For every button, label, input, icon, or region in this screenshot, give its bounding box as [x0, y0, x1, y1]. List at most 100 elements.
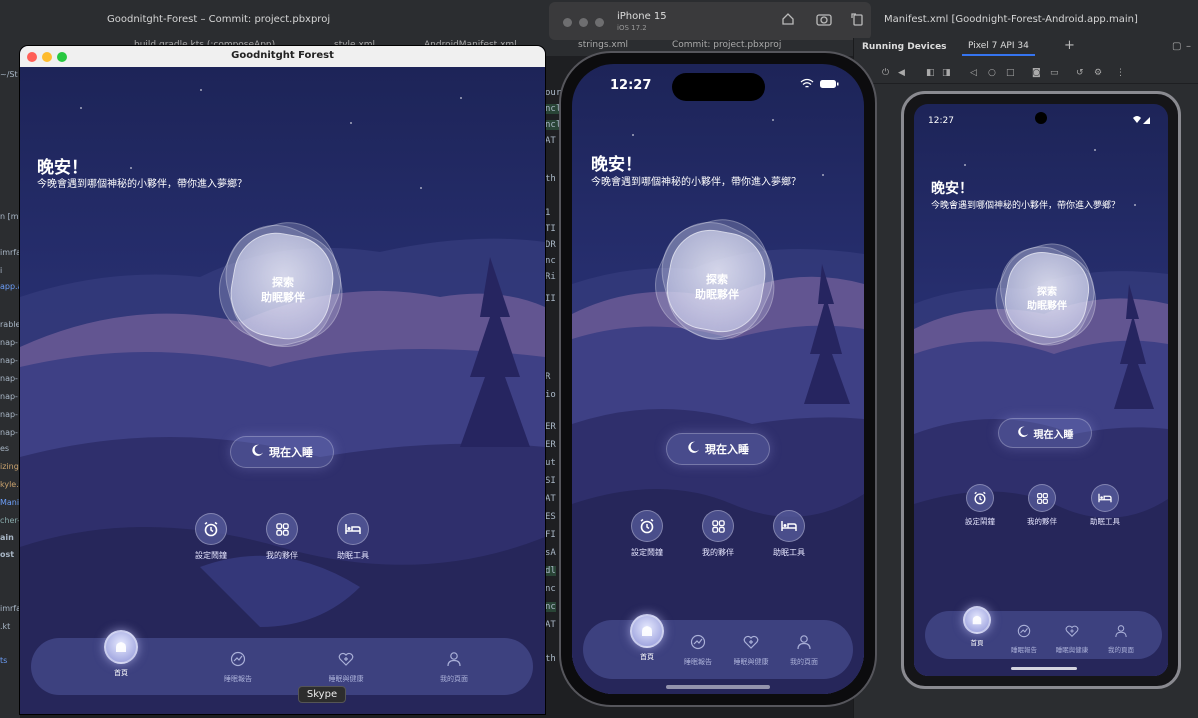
code-line: Ri	[545, 272, 556, 282]
tree-item[interactable]: imrfa	[0, 248, 21, 257]
chart-icon	[690, 634, 706, 654]
person-icon	[797, 634, 811, 654]
explore-companion-button[interactable]: 探索 助眠夥伴	[202, 208, 358, 364]
editor-tab[interactable]: strings.xml	[578, 40, 628, 50]
landscape-illustration	[20, 238, 545, 714]
heart-plus-icon	[338, 651, 354, 671]
sleep-now-button[interactable]: 現在入睡	[230, 436, 334, 468]
camera-icon[interactable]: ◙	[1032, 68, 1041, 78]
code-line: SI	[545, 476, 556, 486]
tree-item[interactable]: ain	[0, 533, 14, 542]
quick-action-companions[interactable]: 我的夥伴	[1020, 484, 1064, 527]
tree-item[interactable]: imrfa	[0, 604, 21, 613]
tree-item[interactable]: es	[0, 444, 9, 453]
tree-item[interactable]: nap-	[0, 374, 18, 383]
alarm-clock-icon	[195, 513, 227, 545]
sleep-now-label: 現在入睡	[1033, 429, 1074, 441]
tree-item[interactable]: nap-	[0, 410, 18, 419]
tab-label: 睡眠與健康	[733, 658, 769, 666]
moon-icon	[1017, 426, 1029, 441]
tab-my-page[interactable]: 我的頁面	[427, 651, 481, 684]
rotate-icon[interactable]	[847, 12, 867, 30]
code-line: ER	[545, 440, 556, 450]
sleep-now-label: 現在入睡	[269, 446, 313, 459]
grid-icon	[702, 510, 734, 542]
window-close-button[interactable]	[563, 18, 572, 27]
editor-tab[interactable]: Commit: project.pbxproj	[672, 40, 781, 50]
rotate-left-icon[interactable]: ◧	[926, 68, 935, 78]
tree-item[interactable]: nap-	[0, 392, 18, 401]
quick-action-label: 助眠工具	[773, 548, 805, 557]
home-circle-icon[interactable]: ○	[988, 68, 996, 78]
tree-item[interactable]: ts	[0, 656, 7, 665]
gesture-nav-bar[interactable]	[1011, 667, 1077, 670]
code-line: io	[545, 390, 556, 400]
tab-sleep-report[interactable]: 睡眠報告	[675, 634, 721, 667]
tree-item[interactable]: rable	[0, 320, 20, 329]
tab-home[interactable]: 首頁	[99, 630, 143, 678]
sleep-now-button[interactable]: 現在入睡	[998, 418, 1092, 448]
mac-window-title: Goodnitght Forest	[231, 50, 334, 61]
tab-my-page[interactable]: 我的頁面	[781, 634, 827, 667]
explore-companion-button[interactable]: 探索 助眠夥伴	[639, 206, 789, 356]
dock-tooltip: Skype	[298, 686, 346, 703]
more-icon[interactable]: ⋮	[1116, 68, 1125, 78]
wifi-signal-icons	[1132, 115, 1152, 128]
rotate-right-icon[interactable]: ◨	[942, 68, 951, 78]
tab-home[interactable]: 首頁	[957, 606, 997, 647]
add-device-button[interactable]: +	[1064, 38, 1075, 53]
tree-item[interactable]: ost	[0, 550, 14, 559]
tab-sleep-health[interactable]: 睡眠與健康	[723, 634, 779, 667]
quick-action-companions[interactable]: 我的夥伴	[695, 510, 741, 558]
record-icon[interactable]: ▭	[1050, 68, 1059, 78]
greeting-subtitle: 今晚會遇到哪個神秘的小夥伴，帶你進入夢鄉？	[37, 179, 247, 190]
home-indicator[interactable]	[666, 685, 770, 689]
camera-cutout	[1035, 112, 1047, 124]
minimize-icon[interactable]: –	[1186, 41, 1191, 52]
tab-sleep-health[interactable]: 睡眠與健康	[1047, 623, 1097, 654]
tab-sleep-health[interactable]: 睡眠與健康	[316, 651, 376, 684]
maximize-icon[interactable]: ▢	[1172, 41, 1181, 52]
heart-plus-icon	[743, 634, 759, 654]
tree-item[interactable]: i	[0, 266, 2, 275]
tree-item[interactable]: ~/St	[0, 70, 18, 79]
quick-action-alarm[interactable]: 設定鬧鐘	[188, 513, 234, 561]
bottom-tab-bar: 首頁 睡眠報告 睡眠與健康 我的頁面	[925, 606, 1162, 659]
tree-item[interactable]: cher-	[0, 516, 20, 525]
tab-home[interactable]: 首頁	[625, 614, 669, 662]
quick-action-companions[interactable]: 我的夥伴	[259, 513, 305, 561]
tab-sleep-report[interactable]: 睡眠報告	[211, 651, 265, 684]
tab-sleep-report[interactable]: 睡眠報告	[1003, 623, 1045, 654]
quick-action-sleep-tools[interactable]: 助眠工具	[1083, 484, 1127, 527]
back-icon[interactable]: ◁	[970, 68, 977, 78]
tree-item[interactable]: Manif	[0, 498, 22, 507]
volume-icon[interactable]: ◀	[898, 68, 905, 78]
code-line: dl	[545, 566, 556, 576]
tree-item[interactable]: nap-	[0, 356, 18, 365]
tab-my-page[interactable]: 我的頁面	[1100, 623, 1142, 654]
code-line: 1	[545, 208, 551, 218]
tree-item[interactable]: nap-	[0, 428, 18, 437]
overview-icon[interactable]: □	[1006, 68, 1015, 78]
tree-item[interactable]: .kt	[0, 622, 10, 631]
alarm-clock-icon	[631, 510, 663, 542]
tab-pixel-7[interactable]: Pixel 7 API 34	[962, 40, 1035, 56]
window-minimize-button[interactable]	[579, 18, 588, 27]
quick-action-alarm[interactable]: 設定鬧鐘	[624, 510, 670, 558]
window-zoom-button[interactable]	[595, 18, 604, 27]
explore-companion-button[interactable]: 探索 助眠夥伴	[982, 233, 1108, 359]
quick-action-sleep-tools[interactable]: 助眠工具	[766, 510, 812, 558]
quick-action-sleep-tools[interactable]: 助眠工具	[330, 513, 376, 561]
camera-icon[interactable]	[814, 12, 834, 30]
sleep-now-button[interactable]: 現在入睡	[666, 433, 770, 465]
quick-action-alarm[interactable]: 設定鬧鐘	[958, 484, 1002, 527]
tree-item[interactable]: nap-	[0, 338, 18, 347]
undo-icon[interactable]: ↺	[1076, 68, 1084, 78]
desktop: Goodnitght-Forest – Commit: project.pbxp…	[0, 0, 1198, 718]
tree-item[interactable]: n [m	[0, 212, 19, 221]
power-icon[interactable]: ⏻	[882, 68, 889, 78]
home-icon[interactable]	[778, 12, 798, 30]
code-line: AT	[545, 620, 556, 630]
settings-icon[interactable]: ⚙	[1094, 68, 1102, 78]
tree-item[interactable]: izing	[0, 462, 19, 471]
